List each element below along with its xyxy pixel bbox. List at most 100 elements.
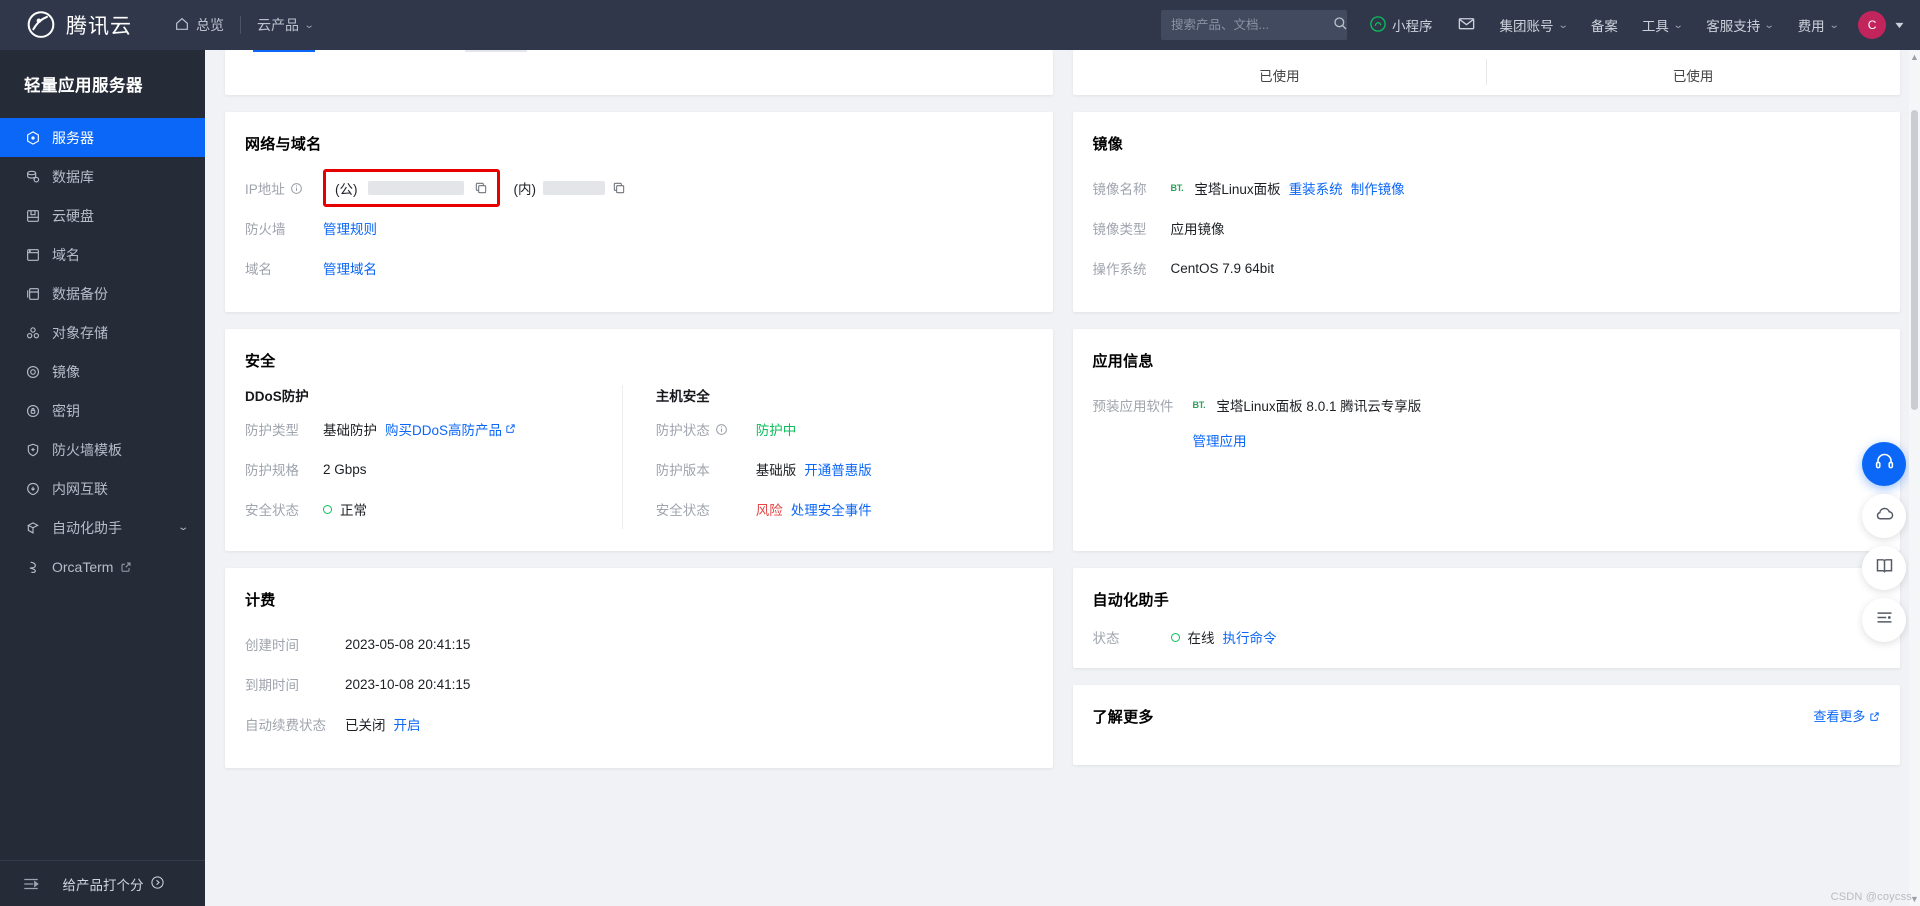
customer-service-button[interactable]	[1862, 442, 1906, 486]
avatar[interactable]: C	[1858, 11, 1887, 39]
learn-more-card: 了解更多 查看更多	[1072, 685, 1900, 765]
col-network: 网络与域名 IP地址 (公) (内) 防火墙 管理规则 域名 管理域名	[225, 112, 1053, 312]
copy-icon[interactable]	[612, 181, 626, 195]
header-mail[interactable]	[1445, 0, 1488, 50]
ddos-protection-section: DDoS防护 防护类型 基础防护 购买DDoS高防产品 防护规格 2 Gbps …	[245, 385, 622, 529]
header-billing[interactable]: 费用 ⌄	[1786, 0, 1850, 50]
col-image: 镜像 镜像名称 BT. 宝塔Linux面板 重装系统 制作镜像 镜像类型 应用镜…	[1072, 112, 1901, 312]
network-icon	[24, 480, 41, 497]
automation-card-title: 自动化助手	[1092, 592, 1170, 609]
ddos-section-title: DDoS防护	[245, 389, 309, 404]
header-support[interactable]: 客服支持 ⌄	[1694, 0, 1785, 50]
rate-product-button[interactable]: 给产品打个分	[40, 874, 205, 894]
manage-app-link[interactable]: 管理应用	[1193, 430, 1247, 450]
cloud-button[interactable]	[1862, 494, 1906, 538]
host-protect-version-row: 防护版本 基础版 开通普惠版	[656, 449, 1033, 489]
sidebar-item-server[interactable]: 服务器	[0, 118, 205, 157]
private-ip-prefix: (内)	[513, 182, 537, 197]
sidebar-title: 轻量应用服务器	[24, 77, 143, 95]
search-box[interactable]	[1161, 10, 1348, 40]
sidebar-item-label: 内网互联	[52, 480, 108, 497]
sidebar-item-orcaterm[interactable]: OrcaTerm	[0, 547, 205, 586]
see-more-link[interactable]: 查看更多	[1813, 706, 1880, 725]
nav-products[interactable]: 云产品 ⌄	[241, 0, 329, 50]
header-beian[interactable]: 备案	[1579, 0, 1630, 50]
copy-icon[interactable]	[474, 181, 488, 195]
header-group-account[interactable]: 集团账号 ⌄	[1488, 0, 1579, 50]
automation-card: 自动化助手 状态 在线 执行命令	[1072, 568, 1900, 668]
vertical-scrollbar[interactable]: ▲ ▼	[1909, 50, 1920, 906]
brand-logo[interactable]: 腾讯云	[0, 8, 148, 42]
content-grid: 已使用 已使用 网络与域名 IP地址 (公) (内) 防火墙 管理规则 域名 管…	[205, 50, 1920, 768]
key-icon	[24, 402, 41, 419]
sidebar-item-database[interactable]: 数据库	[0, 157, 205, 196]
handle-security-events-link[interactable]: 处理安全事件	[791, 499, 872, 519]
external-link-icon	[1869, 709, 1880, 724]
list-icon	[1874, 607, 1895, 633]
public-ip-highlight[interactable]: (公)	[323, 169, 500, 207]
image-card-body: 镜像名称 BT. 宝塔Linux面板 重装系统 制作镜像 镜像类型 应用镜像 操…	[1073, 154, 1901, 306]
host-protect-version-value: 基础版	[755, 463, 797, 478]
private-ip-value-masked	[543, 181, 605, 195]
tab-placeholder	[465, 50, 527, 52]
scroll-up-icon[interactable]: ▲	[1909, 50, 1920, 64]
host-security-status-group: 风险 处理安全事件	[756, 499, 872, 519]
learn-more-title: 了解更多	[1092, 709, 1154, 726]
ddos-spec-label: 防护规格	[245, 463, 299, 478]
backup-icon	[24, 285, 41, 302]
sidebar-footer: 给产品打个分	[0, 860, 205, 906]
manage-firewall-rules-link[interactable]: 管理规则	[323, 218, 377, 238]
sidebar-item-label: 镜像	[52, 363, 80, 380]
network-card: 网络与域名 IP地址 (公) (内) 防火墙 管理规则 域名 管理域名	[225, 112, 1053, 312]
avatar-chevron-down-icon[interactable]: ▼	[1893, 20, 1906, 30]
search-input[interactable]	[1171, 18, 1333, 32]
host-security-status-label: 安全状态	[655, 503, 710, 518]
sidebar-item-automation[interactable]: 自动化助手 ⌄	[0, 508, 205, 547]
brand-name: 腾讯云	[66, 15, 132, 38]
run-command-link[interactable]: 执行命令	[1223, 627, 1277, 647]
app-root: 腾讯云 总览 云产品 ⌄ 搜索产品、文档... 小程序 集团账号 ⌄ 备案 工具…	[0, 0, 1920, 906]
sidebar-item-domain[interactable]: 域名	[0, 235, 205, 274]
headset-icon	[1874, 451, 1895, 477]
docs-button[interactable]	[1862, 546, 1906, 590]
header-billing-label: 费用	[1797, 19, 1825, 34]
sidebar-item-disk[interactable]: 云硬盘	[0, 196, 205, 235]
reinstall-system-link[interactable]: 重装系统	[1289, 178, 1343, 198]
enable-auto-renew-link[interactable]: 开启	[394, 714, 421, 734]
image-type-row: 镜像类型 应用镜像	[1093, 208, 1881, 248]
usage-left-label: 已使用	[1259, 69, 1300, 84]
search-icon[interactable]	[1332, 15, 1348, 36]
info-icon[interactable]	[715, 423, 728, 436]
auto-renew-label: 自动续费状态	[245, 718, 326, 733]
nav-overview[interactable]: 总览	[158, 0, 240, 50]
sidebar-item-label: 自动化助手	[52, 519, 122, 536]
list-button[interactable]	[1862, 598, 1906, 642]
nav-products-label: 云产品	[257, 17, 299, 33]
private-ip-group: (内)	[514, 178, 627, 198]
sidebar-item-backup[interactable]: 数据备份	[0, 274, 205, 313]
ddos-type-value-group: 基础防护 购买DDoS高防产品	[323, 419, 516, 439]
network-card-title: 网络与域名	[245, 136, 322, 153]
scrollbar-thumb[interactable]	[1911, 110, 1918, 410]
sidebar-item-firewall-template[interactable]: 防火墙模板	[0, 430, 205, 469]
sidebar-item-object-storage[interactable]: 对象存储	[0, 313, 205, 352]
os-value: CentOS 7.9 64bit	[1170, 260, 1275, 276]
ip-address-label-text: IP地址	[245, 182, 285, 197]
chevron-down-icon: ⌄	[1764, 19, 1775, 31]
app-info-card: 应用信息 预装应用软件 BT. 宝塔Linux面板 8.0.1 腾讯云专享版 管…	[1072, 329, 1900, 551]
collapse-icon[interactable]	[0, 875, 40, 893]
sidebar-item-key[interactable]: 密钥	[0, 391, 205, 430]
buy-ddos-link[interactable]: 购买DDoS高防产品	[385, 419, 516, 439]
image-name-label: 镜像名称	[1092, 182, 1147, 197]
header-tools[interactable]: 工具 ⌄	[1630, 0, 1694, 50]
sidebar-item-label: 防火墙模板	[52, 441, 122, 458]
header-miniprogram-label: 小程序	[1392, 19, 1433, 34]
header-miniprogram[interactable]: 小程序	[1357, 0, 1445, 50]
sidebar-item-internal-network[interactable]: 内网互联	[0, 469, 205, 508]
sidebar-item-image[interactable]: 镜像	[0, 352, 205, 391]
external-link-icon	[120, 561, 132, 573]
manage-domain-link[interactable]: 管理域名	[323, 258, 377, 278]
info-icon[interactable]	[290, 182, 303, 195]
create-image-link[interactable]: 制作镜像	[1351, 178, 1405, 198]
enable-inclusive-edition-link[interactable]: 开通普惠版	[804, 459, 872, 479]
